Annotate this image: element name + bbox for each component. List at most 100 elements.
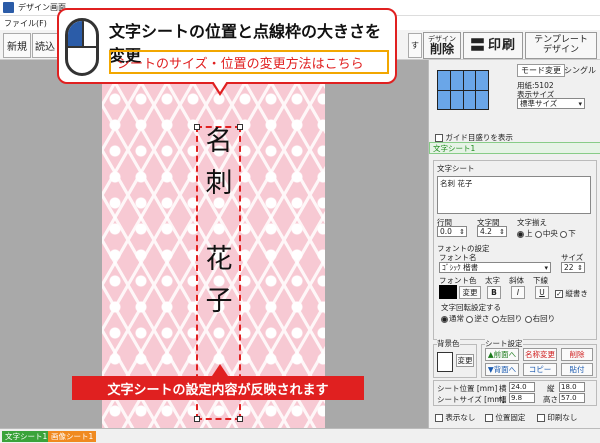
- lock-option[interactable]: 位置固定: [485, 412, 525, 423]
- bold-label: 太字: [485, 276, 500, 285]
- thumb-cell: [463, 71, 476, 90]
- paste-sheet-button[interactable]: 貼付: [561, 363, 593, 376]
- send-back-button[interactable]: ▼背面へ: [485, 363, 519, 376]
- bg-color-label: 背景色: [437, 338, 460, 349]
- layout-thumbnail[interactable]: [437, 70, 489, 110]
- lock-label: 位置固定: [495, 413, 526, 422]
- mouse-line: [68, 46, 96, 48]
- name-char: 子: [205, 286, 233, 317]
- horiz-label: 横: [499, 384, 507, 393]
- resize-handle-br[interactable]: [237, 416, 243, 422]
- pos-y-input[interactable]: 18.0: [559, 382, 585, 392]
- font-size-input[interactable]: 22: [561, 262, 585, 273]
- partial-button[interactable]: す: [408, 33, 422, 58]
- display-size-select[interactable]: 標準サイズ: [517, 98, 585, 109]
- size-h-input[interactable]: 57.0: [559, 393, 585, 403]
- rotate-left-label: 左回り: [499, 314, 523, 323]
- text-input[interactable]: 名刺 花子: [437, 176, 591, 214]
- noprint-option[interactable]: 印刷なし: [537, 412, 577, 423]
- hide-label: 表示なし: [445, 413, 476, 422]
- bottom-callout-pointer: [212, 364, 228, 376]
- delete-design-big: 削除: [429, 41, 454, 56]
- align-center-radio[interactable]: [534, 230, 542, 238]
- font-color-change-button[interactable]: 変更: [459, 286, 481, 299]
- mouse-divider: [82, 21, 84, 46]
- settings-panel: モード変更 シングル 用紙:5102 表示サイズ 標準サイズ ガイド目盛りを表示…: [428, 60, 600, 428]
- hide-option[interactable]: 表示なし: [435, 412, 475, 423]
- line-spacing-input[interactable]: 0.0: [437, 226, 467, 237]
- mode-change-tab[interactable]: モード変更: [517, 64, 565, 77]
- name-char: 花: [205, 244, 233, 275]
- italic-button[interactable]: I: [511, 286, 525, 299]
- single-tab[interactable]: シングル: [561, 64, 599, 77]
- name-char: 名: [205, 126, 233, 157]
- align-center-label: 中央: [542, 229, 558, 238]
- char-spacing-input[interactable]: 4.2: [477, 226, 507, 237]
- rotate-label: 文字回転設定する: [441, 303, 501, 312]
- open-button[interactable]: 読込: [32, 33, 58, 58]
- sheet-size-label: シートサイズ [mm]: [437, 395, 505, 404]
- align-options: 上 中央 下: [517, 228, 576, 239]
- rotate-reverse-radio[interactable]: [466, 315, 474, 323]
- align-bottom-label: 下: [568, 229, 576, 238]
- bold-button[interactable]: B: [487, 286, 501, 299]
- top-callout-pointer-inner: [213, 81, 227, 92]
- height-label: 高さ: [543, 395, 558, 404]
- rotate-options: 通常 逆さ 左回り 右回り: [441, 313, 555, 324]
- bg-color-change-button[interactable]: 変更: [456, 354, 474, 367]
- print-button[interactable]: 〓 印刷: [463, 32, 523, 59]
- delete-design-button[interactable]: デザイン 削除: [423, 32, 461, 59]
- vertical-option[interactable]: ✓ 縦書き: [555, 288, 588, 299]
- new-button[interactable]: 新規: [3, 33, 31, 58]
- thumb-cell: [438, 71, 450, 90]
- rotate-right-radio[interactable]: [524, 315, 532, 323]
- guide-checkbox[interactable]: [435, 134, 443, 142]
- pos-x-input[interactable]: 24.0: [509, 382, 535, 392]
- align-bottom-radio[interactable]: [560, 230, 568, 238]
- resize-handle-bl[interactable]: [194, 416, 200, 422]
- thumb-cell: [476, 71, 488, 90]
- template-design-button[interactable]: テンプレート デザイン: [525, 32, 597, 59]
- font-name-select[interactable]: ｺﾞｼｯｸ 楷書: [439, 262, 551, 273]
- vertical-checkbox[interactable]: ✓: [555, 290, 563, 298]
- lock-checkbox[interactable]: [485, 414, 493, 422]
- status-bar: 文字シート1 画像シート1: [0, 428, 600, 443]
- thumb-cell: [463, 90, 476, 109]
- align-top-label: 上: [525, 229, 533, 238]
- resize-handle-tr[interactable]: [237, 124, 243, 130]
- hide-checkbox[interactable]: [435, 414, 443, 422]
- bottom-callout: 文字シートの設定内容が反映されます: [72, 364, 364, 400]
- callout-help-link[interactable]: シートのサイズ・位置の変更方法はこちら: [109, 50, 389, 74]
- noprint-checkbox[interactable]: [537, 414, 545, 422]
- bg-color-swatch[interactable]: [437, 352, 453, 372]
- rotate-normal-radio[interactable]: [441, 315, 448, 323]
- italic-label: 斜体: [509, 276, 524, 285]
- menu-file[interactable]: ファイル(F): [4, 18, 47, 29]
- rotate-left-radio[interactable]: [491, 315, 499, 323]
- noprint-label: 印刷なし: [547, 413, 578, 422]
- status-tab-image-sheet[interactable]: 画像シート1: [48, 431, 97, 442]
- size-w-input[interactable]: 9.8: [509, 393, 535, 403]
- sheet-tab-text1[interactable]: 文字シート1: [429, 142, 600, 154]
- font-color-swatch[interactable]: [439, 285, 457, 299]
- rename-button[interactable]: 名称変更: [523, 348, 557, 361]
- name-char: 刺: [205, 168, 233, 199]
- design-canvas[interactable]: 名 刺 花 子 文字シートの設定内容が反映されます: [0, 60, 428, 428]
- rotate-right-label: 右回り: [532, 314, 556, 323]
- thumb-cell: [450, 71, 463, 90]
- underline-button[interactable]: U: [535, 286, 549, 299]
- print-icon: 〓: [469, 35, 485, 54]
- top-callout: 文字シートの位置と点線枠の大きさを変更 シートのサイズ・位置の変更方法はこちら: [57, 8, 397, 96]
- template-line2: デザイン: [542, 44, 579, 55]
- delete-sheet-button[interactable]: 削除: [561, 348, 593, 361]
- resize-handle-tl[interactable]: [194, 124, 200, 130]
- copy-sheet-button[interactable]: コピー: [523, 363, 557, 376]
- align-label: 文字揃え: [517, 218, 547, 227]
- vert-label: 縦: [547, 384, 555, 393]
- status-tab-text-sheet[interactable]: 文字シート1: [2, 431, 51, 442]
- bring-front-button[interactable]: ▲前面へ: [485, 348, 519, 361]
- rotate-reverse-label: 逆さ: [474, 314, 490, 323]
- align-top-radio[interactable]: [517, 230, 524, 238]
- thumb-cell: [450, 90, 463, 109]
- mouse-left-button: [68, 21, 82, 46]
